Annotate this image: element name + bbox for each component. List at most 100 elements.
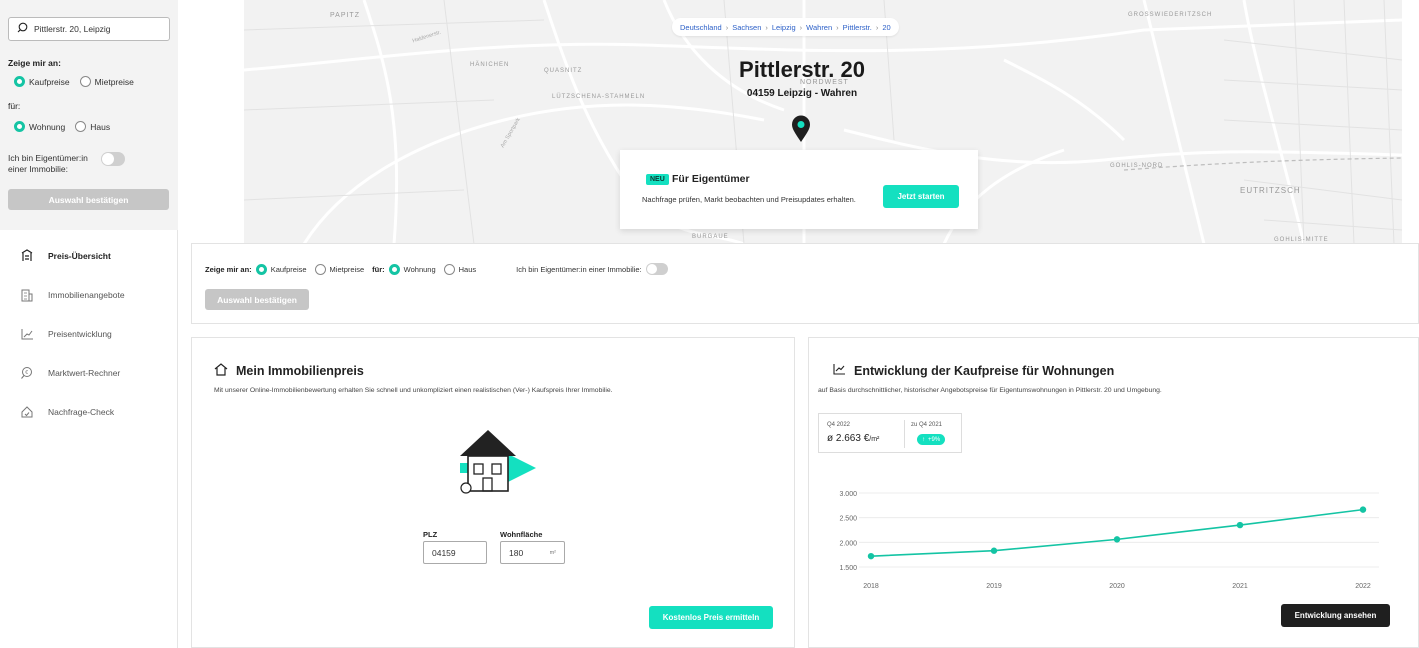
search-box[interactable] [8,17,170,41]
map-label: GOHLIS-NORD [1110,163,1164,169]
sidebar-nav: Preis-Übersicht Immobilienangebote Preis… [0,236,178,431]
building-icon [20,288,34,302]
calculator-search-icon: € [20,366,34,380]
filter-row: Zeige mir an: Kaufpreise Mietpreise für:… [205,263,668,275]
x-tick-label: 2021 [1232,583,1248,590]
new-badge: NEU [646,174,669,185]
data-point[interactable] [1236,521,1244,529]
radio-unselected-icon [79,76,91,87]
valuation-title: Mein Immobilienpreis [214,363,364,379]
sidebar-item-preisentwicklung[interactable]: Preisentwicklung [0,314,178,353]
radio-mietpreise[interactable]: Mietpreise [79,76,134,87]
sidebar-item-preis-uebersicht[interactable]: Preis-Übersicht [0,236,178,275]
plz-value: 04159 [432,547,456,558]
filter-radio-mietpreise[interactable]: Mietpreise [314,263,365,275]
filter-radio-haus[interactable]: Haus [443,263,477,275]
radio-kaufpreise[interactable]: Kaufpreise [14,76,70,87]
breadcrumb-separator-icon: › [799,22,803,32]
location-pin-icon[interactable] [791,115,811,146]
breadcrumb-item[interactable]: Deutschland [680,23,722,32]
view-development-button[interactable]: Entwicklung ansehen [1281,604,1390,627]
filter-radio-kaufpreise[interactable]: Kaufpreise [255,263,307,275]
svg-text:€: € [25,370,28,376]
confirm-selection-button[interactable]: Auswahl bestätigen [8,189,169,210]
radio-wohnung[interactable]: Wohnung [14,121,65,132]
sidebar-item-nachfrage-check[interactable]: Nachfrage-Check [0,392,178,431]
filter-radio-wohnung[interactable]: Wohnung [388,263,436,275]
data-point[interactable] [867,552,875,560]
owner-card-title: Für Eigentümer [672,173,750,185]
address-subtitle: 04159 Leipzig - Wahren [746,88,858,99]
map-label: PAPITZ [330,12,360,19]
trend-chart-icon [20,327,34,341]
owner-label: Ich bin Eigentümer:in einer Immobilie: [8,153,88,174]
house-icon [214,363,228,379]
breadcrumb-separator-icon: › [765,22,768,32]
radio-label: Mietpreise [94,76,134,87]
radio-selected-icon [14,121,25,132]
y-tick-label: 1.500 [839,565,857,572]
plz-input[interactable]: 04159 [423,541,487,564]
filter-for-label: für: [372,264,385,274]
breadcrumb-separator-icon: › [875,22,879,32]
x-tick-label: 2022 [1355,583,1371,590]
breadcrumb-item[interactable]: Pittlerstr. [843,23,872,32]
price-overview-icon [20,248,34,263]
nav-label: Immobilienangebote [48,289,125,300]
radio-label: Mietpreise [329,264,365,274]
breadcrumb-item[interactable]: Leipzig [772,23,796,32]
data-point[interactable] [1359,506,1367,513]
area-label: Wohnfläche [500,530,543,539]
area-unit: m² [549,549,556,556]
radio-label: Wohnung [403,264,436,274]
area-value: 180 [509,547,524,558]
valuation-description: Mit unserer Online-Immobilienbewertung e… [214,387,613,394]
price-radio-group: Kaufpreise Mietpreise [14,76,144,87]
breadcrumb-item: 20 [882,22,891,32]
radio-label: Wohnung [29,121,66,132]
type-radio-group: Wohnung Haus [14,121,120,132]
radio-haus[interactable]: Haus [75,121,110,132]
owner-toggle[interactable] [101,152,125,166]
filter-owner-toggle[interactable] [645,263,668,275]
owner-promo-card: NEU Für Eigentümer Nachfrage prüfen, Mar… [620,150,978,229]
data-point[interactable] [990,547,998,554]
sidebar-item-marktwert-rechner[interactable]: € Marktwert-Rechner [0,353,178,392]
map-label: LÜTZSCHENA-STAHMELN [552,94,646,100]
radio-selected-icon [255,263,267,275]
get-price-button[interactable]: Kostenlos Preis ermitteln [649,606,773,629]
valuation-card: Mein Immobilienpreis Mit unserer Online-… [191,337,795,648]
development-card: Entwicklung der Kaufpreise für Wohnungen… [808,337,1419,648]
data-point[interactable] [1113,536,1121,543]
owner-card-description: Nachfrage prüfen, Markt beobachten und P… [642,195,856,204]
map-label: HÄNICHEN [470,62,510,68]
breadcrumb-item[interactable]: Sachsen [732,23,761,32]
toggle-knob [102,153,114,165]
start-now-button[interactable]: Jetzt starten [883,185,959,208]
breadcrumb-item[interactable]: Wahren [806,23,832,32]
filter-confirm-button[interactable]: Auswahl bestätigen [205,289,309,310]
breadcrumb: Deutschland › Sachsen › Leipzig › Wahren › P… [672,18,899,36]
y-tick-label: 3.000 [839,491,857,498]
house-check-icon [20,405,34,419]
nav-label: Preisentwicklung [48,328,112,339]
radio-label: Haus [458,264,477,274]
house-illustration-icon [450,430,540,499]
map-label: BURGAUE [692,234,729,240]
for-label: für: [8,101,21,111]
price-line-chart: 3.000 2.500 2.000 1.500 2018 2019 2020 2021 2022 [839,491,1379,590]
area-input[interactable]: 180 m² [500,541,565,564]
x-tick-label: 2019 [986,583,1002,590]
search-input[interactable] [34,24,164,34]
series-line [870,508,1364,557]
radio-selected-icon [388,263,400,275]
nav-label: Marktwert-Rechner [48,367,121,378]
radio-selected-icon [14,76,25,87]
sidebar-filter-panel: Zeige mir an: Kaufpreise Mietpreise für:… [0,0,178,230]
search-icon [17,22,28,36]
radio-unselected-icon [314,263,326,275]
valuation-title-text: Mein Immobilienpreis [236,364,364,378]
map-label: QUASNITZ [544,68,583,74]
sidebar-item-immobilienangebote[interactable]: Immobilienangebote [0,275,178,314]
map-label: EUTRITZSCH [1240,186,1301,195]
